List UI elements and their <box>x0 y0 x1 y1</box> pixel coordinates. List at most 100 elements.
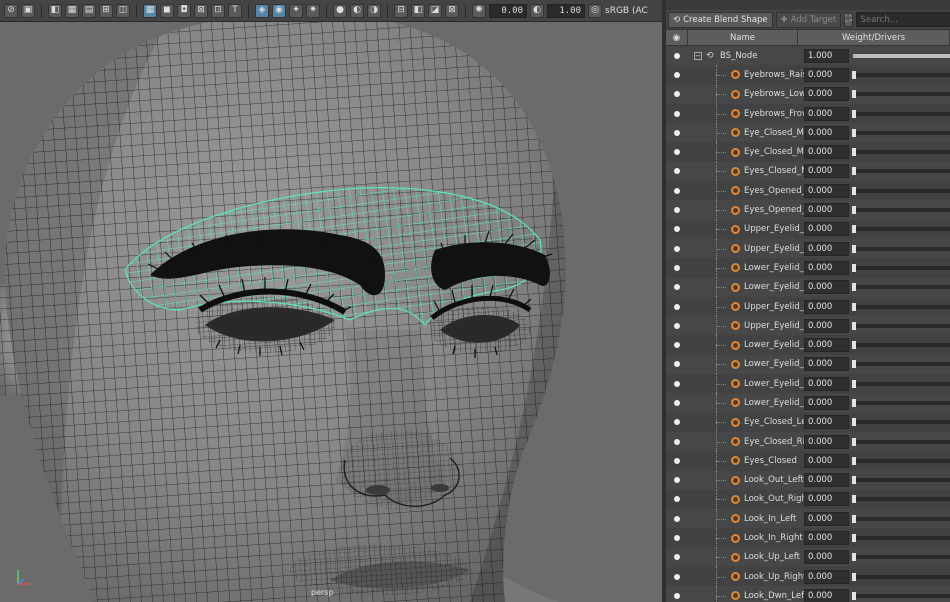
slider-handle[interactable] <box>852 514 857 523</box>
slider-handle[interactable] <box>852 418 857 427</box>
slider-handle[interactable] <box>852 263 857 272</box>
target-weight-field[interactable]: 0.000 <box>804 434 849 449</box>
target-row[interactable]: Eyebrows_Lowered0.000 <box>666 84 950 104</box>
slider-handle[interactable] <box>852 225 857 234</box>
camera-icon[interactable]: ▣ <box>21 3 35 18</box>
exposure-icon[interactable]: ✺ <box>472 3 486 18</box>
isolate-select-icon[interactable]: ◉ <box>272 3 286 18</box>
slider-handle[interactable] <box>852 109 857 118</box>
slider-handle[interactable] <box>852 437 857 446</box>
visibility-toggle[interactable] <box>666 110 688 117</box>
slider-handle[interactable] <box>852 90 857 99</box>
visibility-toggle[interactable] <box>666 187 688 194</box>
target-weight-field[interactable]: 0.000 <box>804 87 849 102</box>
target-weight-field[interactable]: 0.000 <box>804 125 849 140</box>
xray-joints-icon[interactable]: ⊡ <box>211 3 225 18</box>
isolate-view-icon[interactable]: ⊟ <box>394 3 408 18</box>
visibility-toggle[interactable] <box>666 322 688 329</box>
visibility-toggle[interactable] <box>666 52 688 59</box>
target-weight-field[interactable]: 0.000 <box>804 588 849 602</box>
visibility-toggle[interactable] <box>666 399 688 406</box>
target-row[interactable]: Look_Out_Right 0.000 <box>666 489 950 510</box>
target-row[interactable]: Eyebrows_Raised0.000 <box>666 65 950 85</box>
target-weight-slider[interactable] <box>849 586 950 602</box>
gamma-icon[interactable]: ◐ <box>530 3 544 18</box>
target-row[interactable]: Eye_Closed_Max0.000 <box>666 123 950 143</box>
node-weight-slider[interactable] <box>849 46 950 65</box>
target-row[interactable]: Look_Up_Left 0.000 <box>666 547 950 568</box>
target-weight-slider[interactable] <box>849 567 950 586</box>
slider-handle[interactable] <box>852 495 857 504</box>
target-weight-field[interactable]: 0.000 <box>804 67 849 82</box>
target-weight-slider[interactable] <box>849 316 950 335</box>
target-weight-slider[interactable] <box>849 142 950 161</box>
visibility-toggle[interactable] <box>666 91 688 98</box>
target-weight-slider[interactable] <box>849 162 950 181</box>
target-weight-slider[interactable] <box>849 239 950 258</box>
target-row[interactable]: Eye_Closed_Left0.000 <box>666 412 950 432</box>
expand-icon[interactable]: ⛶ <box>844 12 853 27</box>
slider-handle[interactable] <box>852 70 857 79</box>
target-row[interactable]: Lower_Eyelid_Sq0.000 <box>666 393 950 413</box>
collapse-icon[interactable]: − <box>694 51 702 60</box>
film-gate-icon[interactable]: ▦ <box>65 3 79 18</box>
target-row[interactable]: Upper_Eyelid_Up0.000 <box>666 219 950 239</box>
target-weight-field[interactable]: 0.000 <box>804 280 849 295</box>
target-row[interactable]: Eyes_Closed_Max0.000 <box>666 161 950 182</box>
target-row[interactable]: Look_Dwn_Left 0.000 <box>666 586 950 602</box>
visibility-toggle[interactable] <box>666 129 688 136</box>
grid-icon[interactable]: ⊞ <box>99 3 113 18</box>
visibility-toggle[interactable] <box>666 457 688 464</box>
target-weight-slider[interactable] <box>849 432 950 451</box>
target-weight-field[interactable]: 0.000 <box>804 241 849 256</box>
slider-handle[interactable] <box>852 476 857 485</box>
visibility-toggle[interactable] <box>666 303 688 310</box>
target-weight-slider[interactable] <box>849 181 950 200</box>
visibility-toggle[interactable] <box>666 149 688 156</box>
visibility-toggle[interactable] <box>666 573 688 580</box>
target-weight-field[interactable]: 0.000 <box>804 106 849 121</box>
weight-header[interactable]: Weight/Drivers <box>798 30 950 45</box>
target-weight-field[interactable]: 0.000 <box>804 531 849 546</box>
texture-icon[interactable]: T <box>228 3 242 18</box>
slider-handle[interactable] <box>852 302 857 311</box>
target-row[interactable]: Eyes_Opened_M0.000 <box>666 200 950 220</box>
slider-handle[interactable] <box>852 379 857 388</box>
color-space-dropdown[interactable]: sRGB (AC <box>605 6 648 16</box>
wireframe-icon[interactable]: ▦ <box>143 3 157 18</box>
target-weight-field[interactable]: 0.000 <box>804 338 849 353</box>
name-header[interactable]: Name <box>688 30 798 45</box>
target-weight-slider[interactable] <box>849 200 950 219</box>
visibility-toggle[interactable] <box>666 226 688 233</box>
target-row[interactable]: Eye_Closed_Max0.000 <box>666 142 950 162</box>
slider-handle[interactable] <box>852 553 857 562</box>
node-weight-field[interactable]: 1.000 <box>804 48 849 63</box>
visibility-toggle[interactable] <box>666 438 688 445</box>
resolution-gate-icon[interactable]: ▤ <box>82 3 96 18</box>
slider-handle[interactable] <box>852 591 857 600</box>
shadows-icon[interactable]: ✷ <box>306 3 320 18</box>
visibility-toggle[interactable] <box>666 284 688 291</box>
xray-icon[interactable]: ⊠ <box>194 3 208 18</box>
target-weight-field[interactable]: 0.000 <box>804 492 849 507</box>
target-weight-slider[interactable] <box>849 471 950 490</box>
slider-handle[interactable] <box>852 360 857 369</box>
visibility-header[interactable]: ◉ <box>666 30 688 45</box>
target-row[interactable]: Look_Up_Right 0.000 <box>666 567 950 587</box>
target-weight-field[interactable]: 0.000 <box>804 164 849 179</box>
target-weight-slider[interactable] <box>849 123 950 142</box>
target-weight-field[interactable]: 0.000 <box>804 453 849 468</box>
camera-attributes-icon[interactable]: ⊠ <box>445 3 459 18</box>
visibility-toggle[interactable] <box>666 342 688 349</box>
target-weight-field[interactable]: 0.000 <box>804 569 849 584</box>
target-weight-field[interactable]: 0.000 <box>804 299 849 314</box>
target-weight-slider[interactable] <box>849 65 950 84</box>
slider-handle[interactable] <box>852 186 857 195</box>
slider-handle[interactable] <box>852 341 857 350</box>
visibility-toggle[interactable] <box>666 554 688 561</box>
visibility-toggle[interactable] <box>666 207 688 214</box>
slider-handle[interactable] <box>852 148 857 157</box>
target-weight-slider[interactable] <box>849 393 950 412</box>
lights-icon[interactable]: ✦ <box>289 3 303 18</box>
visibility-toggle[interactable] <box>666 496 688 503</box>
